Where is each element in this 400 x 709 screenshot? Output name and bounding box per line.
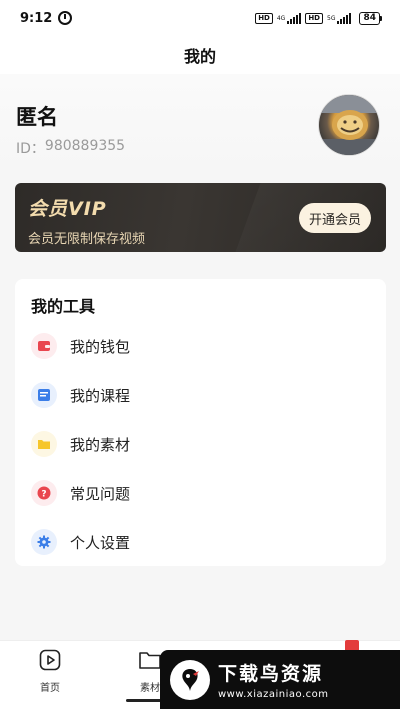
tool-label: 个人设置 bbox=[70, 533, 131, 552]
play-icon bbox=[39, 649, 61, 675]
watermark-title: 下载鸟资源 bbox=[218, 663, 324, 685]
tool-label: 我的素材 bbox=[70, 435, 131, 454]
profile-id-label: ID： bbox=[16, 141, 45, 157]
status-time: 9:12 bbox=[20, 10, 53, 26]
nav-label: 首页 bbox=[40, 683, 60, 694]
profile-id: ID： 980889355 bbox=[16, 138, 125, 158]
question-icon: ? bbox=[31, 480, 57, 506]
watermark-text: 下载鸟资源 www.xiazainiao.com bbox=[218, 659, 329, 700]
tool-item-courses[interactable]: 我的课程 bbox=[15, 373, 386, 417]
tool-label: 我的课程 bbox=[70, 386, 131, 405]
watermark: 下载鸟资源 www.xiazainiao.com bbox=[160, 640, 400, 709]
profile-section: 匿名 ID： 980889355 bbox=[0, 74, 400, 174]
nav-label: 素材 bbox=[140, 683, 160, 694]
tools-title: 我的工具 bbox=[31, 297, 96, 316]
watermark-url: www.xiazainiao.com bbox=[218, 689, 329, 700]
status-left: 9:12 bbox=[20, 10, 73, 26]
profile-id-value: 980889355 bbox=[44, 138, 126, 154]
network-type-label: 5G bbox=[327, 14, 336, 22]
tools-card: 我的工具 我的钱包 我的课程 我的素材 ? 常见问题 个人设置 bbox=[15, 279, 386, 566]
tool-item-wallet[interactable]: 我的钱包 bbox=[15, 324, 386, 368]
status-bar: 9:12 HD 4G HD 5G 84 bbox=[0, 0, 400, 36]
hd-badge: HD bbox=[305, 12, 323, 24]
page-header: 我的 bbox=[0, 36, 400, 74]
wallet-icon bbox=[31, 333, 57, 359]
vip-banner[interactable]: 会员VIP 会员无限制保存视频 开通会员 bbox=[15, 183, 386, 252]
tool-label: 常见问题 bbox=[70, 484, 131, 503]
open-vip-button[interactable]: 开通会员 bbox=[298, 203, 371, 233]
signal-icon bbox=[287, 12, 302, 24]
nav-item-home[interactable]: 首页 bbox=[20, 649, 80, 694]
vip-title: 会员VIP bbox=[28, 198, 107, 220]
document-icon bbox=[31, 382, 57, 408]
tool-item-faq[interactable]: ? 常见问题 bbox=[15, 471, 386, 515]
signal-icon bbox=[337, 12, 352, 24]
watermark-logo-icon bbox=[170, 659, 210, 700]
avatar-image bbox=[319, 95, 379, 155]
folder-icon bbox=[138, 649, 162, 675]
avatar[interactable] bbox=[318, 94, 380, 156]
tool-label: 我的钱包 bbox=[70, 337, 131, 356]
hd-badge: HD bbox=[255, 12, 273, 24]
gear-icon bbox=[31, 529, 57, 555]
vip-subtitle: 会员无限制保存视频 bbox=[28, 232, 146, 247]
watermark-accent bbox=[345, 640, 359, 650]
tool-item-settings[interactable]: 个人设置 bbox=[15, 520, 386, 564]
network-type-label: 4G bbox=[276, 14, 286, 22]
profile-name[interactable]: 匿名 bbox=[16, 101, 58, 131]
battery-icon: 84 bbox=[359, 11, 382, 25]
folder-icon bbox=[31, 431, 57, 457]
svg-text:?: ? bbox=[41, 490, 46, 500]
alarm-icon bbox=[58, 11, 73, 25]
tool-item-materials[interactable]: 我的素材 bbox=[15, 422, 386, 466]
status-right: HD 4G HD 5G 84 bbox=[255, 11, 382, 25]
page-title: 我的 bbox=[183, 47, 216, 66]
